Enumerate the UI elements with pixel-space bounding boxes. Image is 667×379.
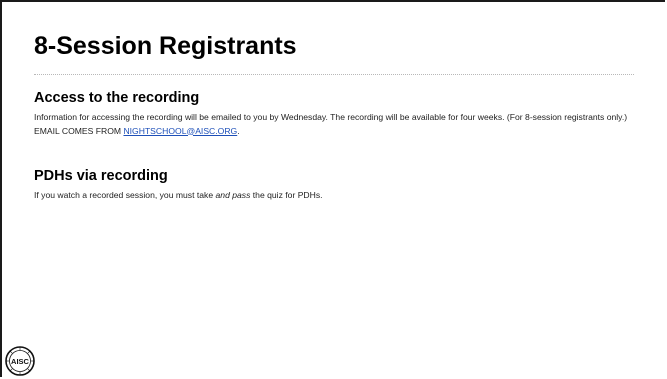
title-divider <box>34 74 634 75</box>
section-heading-recording-access: Access to the recording <box>34 90 200 106</box>
logo-mark: AISC <box>11 357 30 366</box>
section-body-recording-access: Information for accessing the recording … <box>34 111 634 138</box>
email-link[interactable]: NIGHTSCHOOL@AISC.ORG <box>123 126 237 136</box>
slide-title: 8-Session Registrants <box>34 32 297 60</box>
pdhs-text-end: the quiz for PDHs. <box>250 190 323 200</box>
slide: 8-Session Registrants Access to the reco… <box>0 0 665 377</box>
pdhs-emphasis: and pass <box>215 190 251 200</box>
pdhs-text: If you watch a recorded session, you mus… <box>34 190 216 200</box>
section-heading-pdhs: PDHs via recording <box>34 168 168 184</box>
section-body-pdhs: If you watch a recorded session, you mus… <box>34 189 634 203</box>
recording-access-text-end: . <box>237 125 240 136</box>
aisc-logo: AISC <box>5 346 35 376</box>
